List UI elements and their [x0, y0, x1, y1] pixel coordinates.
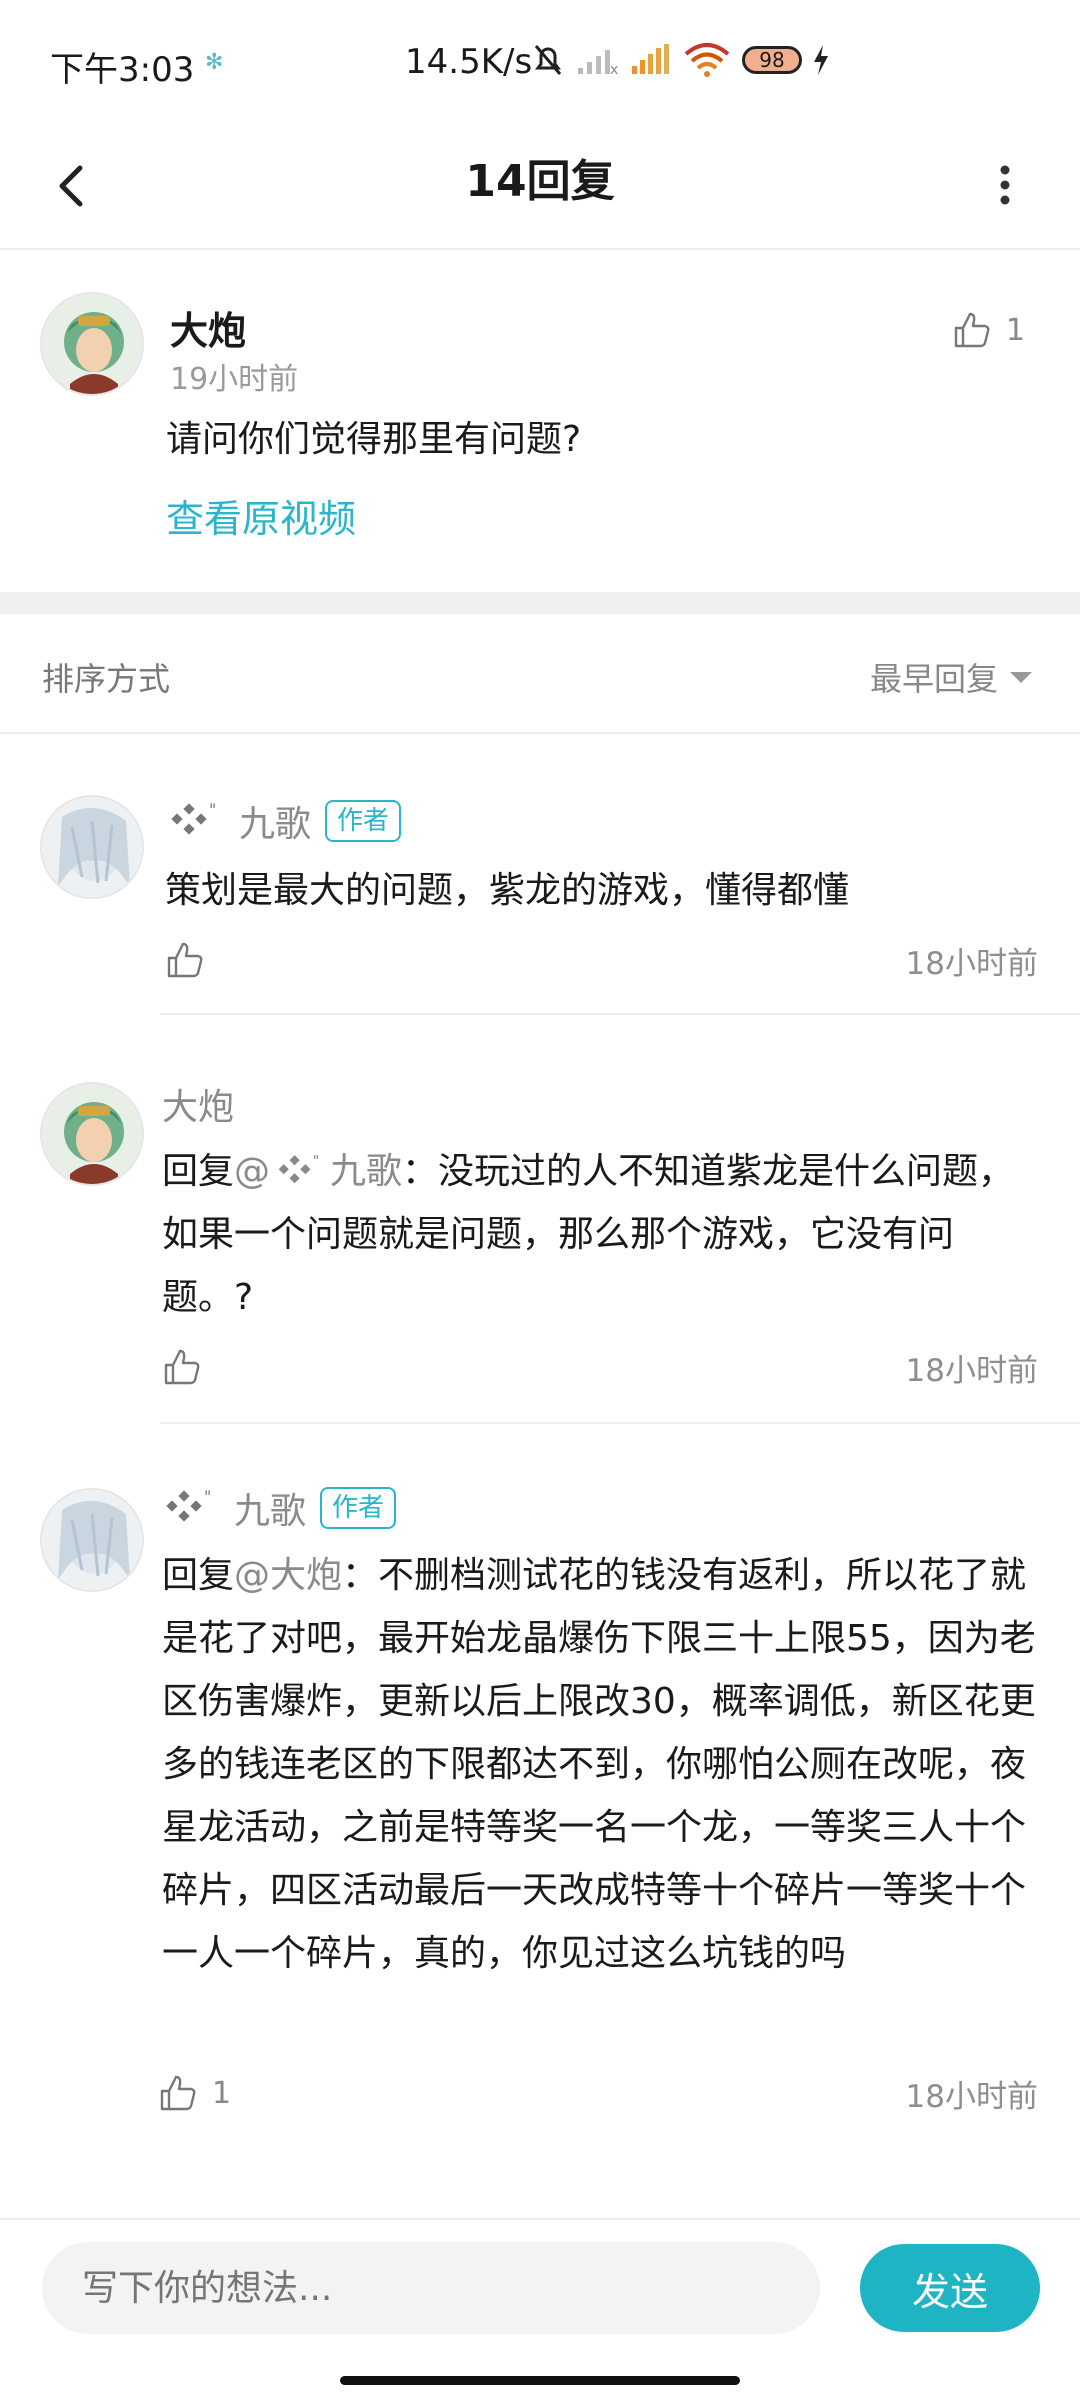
comment-item: " 九歌 作者 策划是最大的问题，紫龙的游戏，懂得都懂 18小时前	[0, 795, 1080, 1015]
comment-like-button[interactable]	[162, 1347, 216, 1387]
comment-author-name[interactable]: 九歌	[234, 1482, 306, 1534]
thumbs-up-icon	[167, 942, 203, 978]
reply-prefix: 回复	[162, 1555, 235, 1596]
wifi-icon	[684, 43, 730, 77]
comment-input[interactable]	[42, 2242, 820, 2334]
comment-composer: 发送	[0, 2218, 1080, 2400]
author-badge: 作者	[320, 1487, 397, 1529]
comment-author-name[interactable]: 大炮	[162, 1078, 234, 1130]
post-timestamp: 19小时前	[170, 362, 299, 397]
comment-author-name[interactable]: 九歌	[239, 795, 311, 847]
comment-timestamp: 18小时前	[905, 2078, 1038, 2115]
status-bar: 下午3:03 ✻ 14.5K/s x 98	[0, 0, 1080, 120]
comment-item: " 九歌 作者 回复@大炮：不删档测试花的钱没有返利，所以花了就是花了对吧，最开…	[0, 1487, 1080, 2148]
comment-like-button[interactable]: 1	[158, 2073, 231, 2113]
caret-down-icon	[1010, 671, 1032, 683]
comment-like-button[interactable]	[165, 940, 219, 980]
user-badge-icon: "	[171, 801, 216, 835]
sort-label: 排序方式	[42, 660, 171, 698]
avatar-jiuge-image	[42, 797, 142, 897]
svg-text:": "	[209, 801, 216, 819]
charging-icon	[814, 45, 828, 75]
comment-timestamp: 18小时前	[905, 945, 1038, 982]
post-author-name[interactable]: 大炮	[170, 300, 246, 355]
more-vertical-icon	[1000, 165, 1010, 205]
comment-text: 回复@大炮：不删档测试花的钱没有返利，所以花了就是花了对吧，最开始龙晶爆伤下限三…	[162, 1544, 1040, 1985]
status-time: 下午3:03	[50, 50, 195, 90]
avatar-dapao-image	[42, 1084, 142, 1184]
svg-text:": "	[204, 1488, 211, 1506]
post-like-count: 1	[1005, 312, 1025, 348]
reply-body: ：不删档测试花的钱没有返利，所以花了就是花了对吧，最开始龙晶爆伤下限三十上限55…	[162, 1555, 1036, 1974]
original-post: 大炮 19小时前 1 请问你们觉得那里有问题? 查看原视频	[0, 250, 1080, 592]
signal-off-icon: x	[578, 50, 618, 76]
avatar-dapao-image	[42, 294, 142, 394]
comment-text: 策划是最大的问题，紫龙的游戏，懂得都懂	[165, 870, 850, 911]
avatar[interactable]	[40, 795, 144, 899]
svg-text:x: x	[610, 62, 618, 76]
battery-icon: 98	[742, 46, 802, 74]
avatar-jiuge-image	[42, 1490, 142, 1590]
comment-meta: " 九歌 作者	[160, 1482, 397, 1534]
avatar[interactable]	[40, 1488, 144, 1592]
avatar[interactable]	[40, 1082, 144, 1186]
thumbs-up-icon	[164, 1349, 200, 1385]
user-badge-icon: "	[278, 1154, 320, 1184]
send-button[interactable]: 发送	[860, 2244, 1040, 2332]
post-text: 请问你们觉得那里有问题?	[166, 419, 582, 460]
sort-dropdown[interactable]: 最早回复	[870, 654, 1032, 700]
post-like-button[interactable]: 1	[952, 310, 1025, 350]
home-indicator[interactable]	[340, 2376, 740, 2385]
comment-footer: 18小时前	[165, 935, 1038, 985]
comment-timestamp: 18小时前	[905, 1352, 1038, 1389]
comment-divider	[160, 1422, 1080, 1424]
thumbs-up-icon	[954, 312, 990, 348]
mute-bell-icon	[534, 45, 562, 75]
svg-text:": "	[313, 1154, 320, 1170]
top-bar: 14回复	[0, 120, 1080, 250]
network-speed: 14.5K/s	[405, 42, 533, 82]
comment-footer: 18小时前	[162, 1342, 1038, 1392]
reply-prefix: 回复	[162, 1151, 235, 1192]
comment-divider	[160, 1013, 1080, 1015]
section-divider	[0, 592, 1080, 614]
comment-footer: 1 18小时前	[158, 2068, 1038, 2118]
comment-like-count: 1	[212, 2075, 232, 2111]
mention-link[interactable]: @ " 九歌	[234, 1151, 402, 1192]
comment-item: 大炮 回复@ " 九歌：没玩过的人不知道紫龙是什么问题，如果一个问题就是问题，那么那…	[0, 1082, 1080, 1424]
avatar[interactable]	[40, 292, 144, 396]
view-original-video-link[interactable]: 查看原视频	[166, 488, 356, 543]
comment-text: 回复@ " 九歌：没玩过的人不知道紫龙是什么问题，如果一个问题就是问题，那么那个游戏…	[162, 1140, 1040, 1329]
thumbs-up-icon	[160, 2075, 196, 2111]
user-badge-icon: "	[166, 1488, 211, 1522]
sort-row: 排序方式 最早回复	[0, 614, 1080, 734]
more-button[interactable]	[970, 150, 1040, 220]
fan-icon: ✻	[205, 50, 224, 75]
author-badge: 作者	[325, 800, 402, 842]
page-title: 14回复	[465, 156, 615, 207]
status-icons: x 98	[530, 40, 830, 80]
comment-meta: 大炮	[162, 1078, 234, 1130]
mention-link[interactable]: @大炮	[234, 1555, 342, 1596]
signal-icon	[632, 44, 669, 74]
sort-value: 最早回复	[869, 660, 998, 698]
comment-meta: " 九歌 作者	[165, 795, 402, 847]
